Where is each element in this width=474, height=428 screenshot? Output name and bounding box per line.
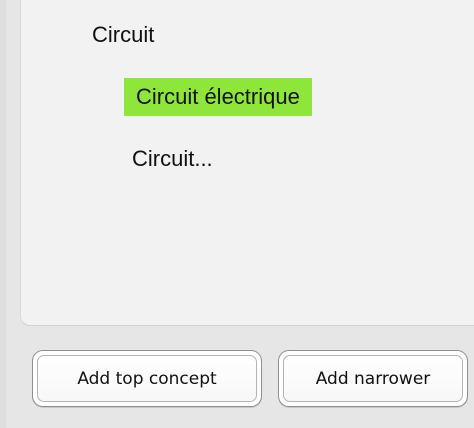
tree-node-root[interactable]: Circuit — [92, 24, 154, 46]
add-top-concept-button[interactable]: Add top concept — [32, 350, 262, 407]
action-button-bar: Add top concept Add narrower — [0, 326, 474, 428]
add-narrower-label: Add narrower — [283, 355, 463, 402]
concept-editor-view: Circuit Circuit électrique Circuit... Ad… — [0, 0, 474, 428]
tree-node-child[interactable]: Circuit... — [132, 148, 213, 170]
concept-tree-panel: Circuit Circuit électrique Circuit... — [20, 0, 474, 326]
tree-node-selected[interactable]: Circuit électrique — [124, 78, 312, 116]
add-narrower-button[interactable]: Add narrower — [278, 350, 468, 407]
add-top-concept-label: Add top concept — [37, 355, 257, 402]
